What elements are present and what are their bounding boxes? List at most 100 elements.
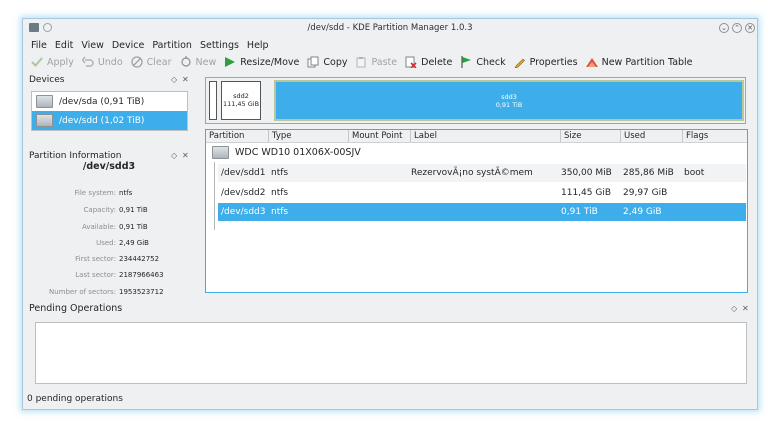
col-flags[interactable]: Flags	[682, 130, 747, 142]
menu-view[interactable]: View	[77, 40, 108, 52]
table-row[interactable]: /dev/sdd3 ntfs 0,91 TiB 2,49 GiB	[218, 203, 746, 221]
delete-icon	[405, 56, 417, 68]
close-button[interactable]: ✕	[745, 23, 755, 33]
check-button[interactable]: Check	[456, 56, 509, 68]
copy-icon	[307, 56, 319, 68]
col-label[interactable]: Label	[410, 130, 560, 142]
menu-edit[interactable]: Edit	[51, 40, 77, 52]
info-value: 0,91 TiB	[119, 206, 148, 214]
device-item-sdd[interactable]: /dev/sdd (1,02 TiB)	[32, 111, 187, 130]
table-row[interactable]: /dev/sdd1 ntfs RezervovÃ¡no systÃ©mem 35…	[218, 164, 746, 182]
hard-disk-icon	[36, 114, 53, 127]
col-type[interactable]: Type	[268, 130, 348, 142]
paste-label: Paste	[371, 56, 398, 68]
disk-tree-node[interactable]: WDC WD10 01X06X-00SJV	[212, 146, 361, 159]
table-row[interactable]: /dev/sdd2 ntfs 111,45 GiB 29,97 GiB	[218, 184, 746, 202]
col-mount-point[interactable]: Mount Point	[348, 130, 410, 142]
cell-type: ntfs	[271, 168, 289, 178]
info-value: ntfs	[119, 189, 133, 197]
resize-move-button[interactable]: Resize/Move	[220, 56, 303, 68]
menu-device[interactable]: Device	[108, 40, 149, 52]
partition-table-icon	[585, 58, 598, 67]
cell-partition: /dev/sdd1	[221, 168, 266, 178]
clear-button[interactable]: Clear	[127, 56, 176, 68]
info-key: First sector:	[75, 255, 116, 263]
partition-table: Partition Type Mount Point Label Size Us…	[205, 129, 748, 293]
info-row: Capacity: 0,91 TiB	[29, 206, 189, 214]
info-row: Used: 2,49 GiB	[29, 239, 189, 247]
resize-icon	[225, 57, 236, 67]
undo-icon	[81, 56, 94, 67]
menu-partition[interactable]: Partition	[148, 40, 196, 52]
info-value: 0,91 TiB	[119, 223, 148, 231]
delete-button[interactable]: Delete	[401, 56, 456, 68]
partition-graph: sdd2 111,45 GiB sdd3 0,91 TiB	[205, 77, 746, 124]
info-row: Number of sectors: 1953523712	[29, 288, 189, 296]
copy-button[interactable]: Copy	[303, 56, 351, 68]
cell-flags: boot	[684, 168, 705, 178]
apply-label: Apply	[47, 56, 74, 68]
close-dock-icon[interactable]: ✕	[742, 304, 749, 313]
hard-disk-icon	[212, 146, 229, 159]
tree-line	[214, 162, 215, 230]
device-item-sda[interactable]: /dev/sda (0,91 TiB)	[32, 92, 187, 111]
minimize-button[interactable]: ⌄	[719, 23, 729, 33]
menu-settings[interactable]: Settings	[196, 40, 243, 52]
col-used[interactable]: Used	[620, 130, 682, 142]
info-key: Available:	[81, 223, 116, 231]
apply-button[interactable]: Apply	[27, 56, 78, 68]
info-value: 2,49 GiB	[119, 239, 149, 247]
cell-type: ntfs	[271, 207, 289, 217]
clear-label: Clear	[146, 56, 172, 68]
undo-button[interactable]: Undo	[78, 56, 127, 68]
graph-size: 111,45 GiB	[222, 100, 260, 108]
info-row: First sector: 234442752	[29, 255, 189, 263]
cell-used: 29,97 GiB	[623, 188, 668, 198]
menu-bar: File Edit View Device Partition Settings…	[27, 40, 273, 52]
hard-disk-icon	[36, 95, 53, 108]
new-button[interactable]: New	[176, 56, 221, 68]
window-title: /dev/sdd - KDE Partition Manager 1.0.3	[307, 23, 473, 33]
pending-operations-title: Pending Operations	[29, 303, 123, 314]
graph-label: sdd2	[233, 92, 249, 100]
check-label: Check	[476, 56, 506, 68]
cell-used: 285,86 MiB	[623, 168, 674, 178]
new-label: New	[195, 56, 217, 68]
col-size[interactable]: Size	[560, 130, 620, 142]
menu-help[interactable]: Help	[243, 40, 273, 52]
new-partition-table-button[interactable]: New Partition Table	[582, 56, 697, 68]
info-row: File system: ntfs	[29, 189, 189, 197]
float-icon[interactable]: ◇	[731, 304, 737, 313]
cell-size: 111,45 GiB	[561, 188, 612, 198]
graph-size: 0,91 TiB	[495, 101, 523, 109]
menu-file[interactable]: File	[27, 40, 51, 52]
info-key: Number of sectors:	[48, 288, 116, 296]
info-key: Last sector:	[75, 271, 116, 279]
graph-partition-sdd1[interactable]	[209, 81, 217, 120]
pencil-icon	[514, 58, 525, 68]
close-dock-icon[interactable]: ✕	[182, 75, 189, 84]
cell-partition: /dev/sdd3	[221, 207, 266, 217]
info-row: Last sector: 2187966463	[29, 271, 189, 279]
graph-partition-sdd2[interactable]: sdd2 111,45 GiB	[221, 81, 261, 120]
properties-button[interactable]: Properties	[510, 56, 582, 68]
col-partition[interactable]: Partition	[206, 130, 268, 142]
graph-partition-sdd3[interactable]: sdd3 0,91 TiB	[274, 80, 744, 121]
cell-used: 2,49 GiB	[623, 207, 662, 217]
disk-model: WDC WD10 01X06X-00SJV	[235, 147, 361, 158]
float-icon[interactable]: ◇	[171, 75, 177, 84]
info-value: 234442752	[119, 255, 160, 263]
info-value: 2187966463	[119, 271, 164, 279]
new-icon	[180, 56, 191, 67]
cell-partition: /dev/sdd2	[221, 188, 266, 198]
maximize-button[interactable]: ⌃	[732, 23, 742, 33]
clear-icon	[131, 56, 143, 68]
info-key: File system:	[74, 189, 116, 197]
cell-size: 350,00 MiB	[561, 168, 612, 178]
paste-button[interactable]: Paste	[351, 56, 401, 68]
info-key: Used:	[96, 239, 116, 247]
cell-type: ntfs	[271, 188, 289, 198]
partition-info-panel: /dev/sdd3 File system: ntfs Capacity: 0,91…	[29, 159, 189, 297]
new-table-label: New Partition Table	[601, 56, 693, 68]
delete-label: Delete	[421, 56, 453, 68]
